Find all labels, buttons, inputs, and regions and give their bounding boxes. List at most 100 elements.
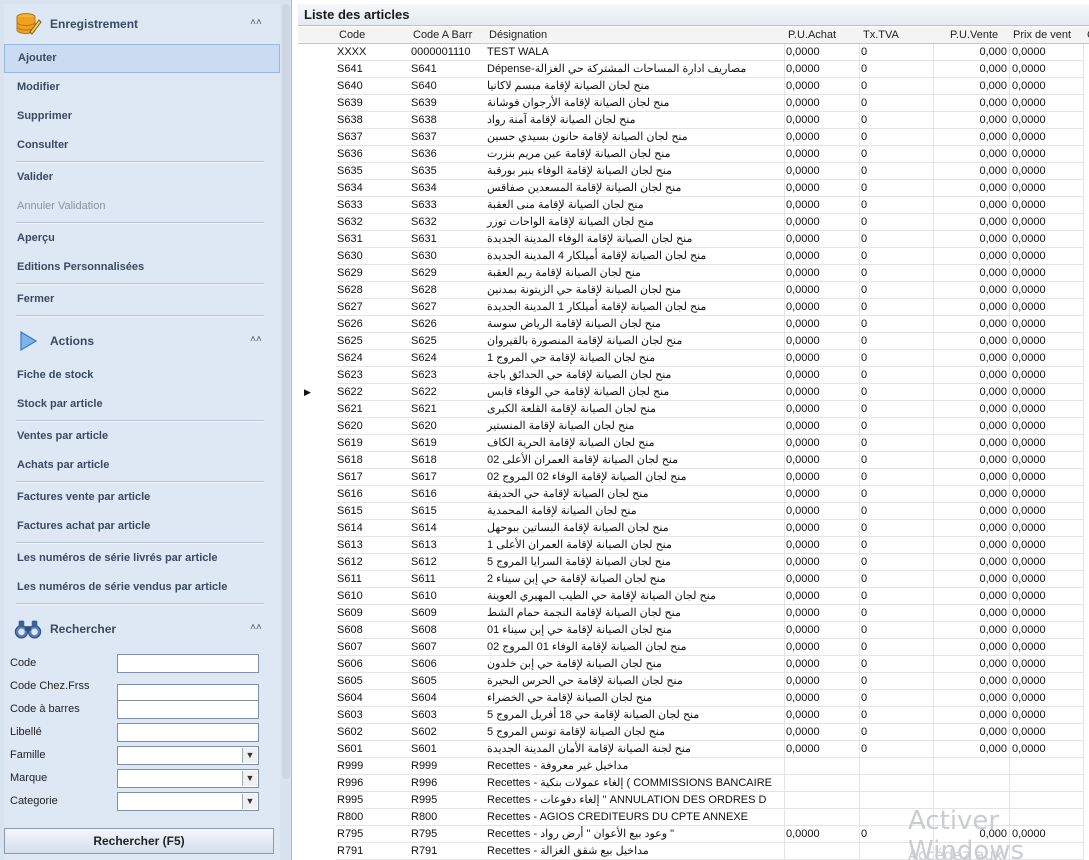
cell-pu-vente: 0,000	[934, 78, 1010, 95]
column-header-tx-tva[interactable]: Tx.TVA	[860, 27, 934, 44]
table-row[interactable]: S603 S603 منح لجان الصيانة لإقامة حي 18 أف…	[298, 707, 1089, 724]
column-header-designation[interactable]: Désignation	[486, 27, 785, 44]
table-row[interactable]: S630 S630 منح لجان الصيانة لإقامة أميلكار …	[298, 248, 1089, 265]
table-row[interactable]: S618 S618 منح لجان الصيانة لإقامة العمران …	[298, 452, 1089, 469]
famille-select[interactable]: ▼	[117, 746, 259, 765]
table-row[interactable]: S638 S638 منح لجان الصيانة لإقامة آمنة روا…	[298, 112, 1089, 129]
cell-prix-de-vente: 0,0000	[1010, 78, 1084, 95]
table-row[interactable]: S641 S641 Dépense-مصاريف ادارة المساحات ال…	[298, 61, 1089, 78]
menu-factures-vente-par-article[interactable]: Factures vente par article	[4, 483, 280, 512]
table-row[interactable]: XXXX 0000001110 TEST WALA 0,0000 0 0,000 0,000…	[298, 44, 1089, 61]
column-header-code-a-barre[interactable]: Code A Barr	[410, 27, 486, 44]
cell-pu-achat: 0,0000	[785, 622, 860, 639]
dropdown-arrow-icon[interactable]: ▼	[242, 748, 257, 763]
code-label: Code	[10, 657, 37, 669]
table-row[interactable]: S608 S608 منح لجان الصيانة لإقامة حي إبن س…	[298, 622, 1089, 639]
table-row[interactable]: S611 S611 منح لجان الصيانة لإقامة حي إبن س…	[298, 571, 1089, 588]
group-header-rechercher[interactable]: Rechercher ˄˄	[4, 609, 280, 649]
table-row[interactable]: S623 S623 منح لجان الصيانة لإقامة حي الحدا…	[298, 367, 1089, 384]
table-row[interactable]: R996 R996 Recettes - إلغاء عمولات بنكية ( …	[298, 775, 1089, 792]
table-row[interactable]: S612 S612 منح لجان الصيانة لإقامة السرايا …	[298, 554, 1089, 571]
table-row[interactable]: S614 S614 منح لجان الصيانة لإقامة البساتين…	[298, 520, 1089, 537]
table-row[interactable]: S619 S619 منح لجان الصيانة لإقامة الحرية ا…	[298, 435, 1089, 452]
column-header-pu-achat[interactable]: P.U.Achat	[785, 27, 860, 44]
menu-factures-achat-par-article[interactable]: Factures achat par article	[4, 512, 280, 541]
cell-designation: منح لجان الصيانة لإقامة الوفاء 02 المروج…	[486, 469, 785, 486]
menu-stock-par-article[interactable]: Stock par article	[4, 390, 280, 419]
column-header-code[interactable]: Code	[336, 27, 410, 44]
column-header-extra[interactable]: C	[1084, 27, 1089, 44]
menu-ventes-par-article[interactable]: Ventes par article	[4, 422, 280, 451]
table-row[interactable]: S635 S635 منح لجان الصيانة لإقامة الوفاء ب…	[298, 163, 1089, 180]
table-row[interactable]: S639 S639 منح لجان الصيانة لإقامة الأرجوان…	[298, 95, 1089, 112]
collapse-chevron-icon[interactable]: ˄˄	[250, 334, 262, 346]
menu-modifier[interactable]: Modifier	[4, 73, 280, 102]
code-barres-input[interactable]	[117, 700, 259, 719]
menu-fiche-de-stock[interactable]: Fiche de stock	[4, 361, 280, 390]
sidebar-scrollbar[interactable]	[282, 4, 290, 779]
menu-ajouter[interactable]: Ajouter	[4, 44, 280, 73]
table-row[interactable]: R999 R999 Recettes - مداخيل غير معروفة	[298, 758, 1089, 775]
menu-annuler-validation[interactable]: Annuler Validation	[4, 192, 280, 221]
table-row[interactable]: S621 S621 منح لجان الصيانة لإقامة القلعة ا…	[298, 401, 1089, 418]
table-row[interactable]: S633 S633 منح لجان الصيانة لإقامة منى العق…	[298, 197, 1089, 214]
table-row[interactable]: S626 S626 منح لجان الصيانة لإقامة الرياض س…	[298, 316, 1089, 333]
cell-designation: منح لجان الصيانة لإقامة المنستير	[486, 418, 785, 435]
table-row[interactable]: S606 S606 منح لجان الصيانة لإقامة حي إبن خ…	[298, 656, 1089, 673]
menu-achats-par-article[interactable]: Achats par article	[4, 451, 280, 480]
menu-valider[interactable]: Valider	[4, 163, 280, 192]
table-row[interactable]: S627 S627 منح لجان الصيانة لإقامة أميلكار …	[298, 299, 1089, 316]
dropdown-arrow-icon[interactable]: ▼	[242, 794, 257, 809]
menu-apercu[interactable]: Aperçu	[4, 224, 280, 253]
cell-prix-de-vente: 0,0000	[1010, 333, 1084, 350]
categorie-select[interactable]: ▼	[117, 792, 259, 811]
rechercher-button[interactable]: Rechercher (F5)	[4, 828, 274, 854]
table-row[interactable]: S605 S605 منح لجان الصيانة لإقامة حي الحرس…	[298, 673, 1089, 690]
table-row[interactable]: S604 S604 منح لجان الصيانة لإقامة حي الخضر…	[298, 690, 1089, 707]
cell-designation: Recettes - AGIOS CREDITEURS DU CPTE ANNE…	[486, 809, 785, 826]
table-row[interactable]: S609 S609 منح لجان الصيانة لإقامة النجمة ح…	[298, 605, 1089, 622]
collapse-chevron-icon[interactable]: ˄˄	[250, 17, 262, 29]
table-row[interactable]: S601 S601 منح لجنة الصيانة لإقامة الأمان ا…	[298, 741, 1089, 758]
menu-fermer[interactable]: Fermer	[4, 285, 280, 314]
table-row[interactable]: S616 S616 منح لجان الصيانة لإقامة حي الحدي…	[298, 486, 1089, 503]
table-row[interactable]: S613 S613 منح لجان الصيانة لإقامة العمران …	[298, 537, 1089, 554]
menu-consulter[interactable]: Consulter	[4, 131, 280, 160]
table-row[interactable]: S610 S610 منح لجان الصيانة لإقامة حي الطيب…	[298, 588, 1089, 605]
menu-editions-personnalisees[interactable]: Editions Personnalisées	[4, 253, 280, 282]
table-row[interactable]: S624 S624 منح لجان الصيانة لإقامة حي المرو…	[298, 350, 1089, 367]
table-row[interactable]: S629 S629 منح لجان الصيانة لإقامة ريم العق…	[298, 265, 1089, 282]
menu-series-vendus-par-article[interactable]: Les numéros de série vendus par article	[4, 573, 280, 602]
marque-select[interactable]: ▼	[117, 769, 259, 788]
table-row[interactable]: S628 S628 منح لجان الصيانة لإقامة حي الزيت…	[298, 282, 1089, 299]
group-header-actions[interactable]: Actions ˄˄	[4, 321, 280, 361]
code-input[interactable]	[117, 654, 259, 673]
table-row[interactable]: S634 S634 منح لجان الصيانة لإقامة المسعدين…	[298, 180, 1089, 197]
divider	[16, 315, 264, 317]
column-header-prix-de-vente[interactable]: Prix de vent	[1010, 27, 1084, 44]
dropdown-arrow-icon[interactable]: ▼	[242, 771, 257, 786]
libelle-input[interactable]	[117, 723, 259, 742]
table-row[interactable]: S636 S636 منح لجان الصيانة لإقامة عين مريم…	[298, 146, 1089, 163]
group-header-enregistrement[interactable]: Enregistrement ˄˄	[4, 4, 280, 44]
cell-pu-vente: 0,000	[934, 435, 1010, 452]
column-header-pu-vente[interactable]: P.U.Vente	[934, 27, 1010, 44]
menu-series-livres-par-article[interactable]: Les numéros de série livrés par article	[4, 544, 280, 573]
table-row[interactable]: S625 S625 منح لجان الصيانة لإقامة المنصورة…	[298, 333, 1089, 350]
table-row[interactable]: S607 S607 منح لجان الصيانة لإقامة الوفاء 0…	[298, 639, 1089, 656]
table-row[interactable]: S637 S637 منح لجان الصيانة لإقامة حانون بس…	[298, 129, 1089, 146]
cell-pu-achat: 0,0000	[785, 554, 860, 571]
table-row[interactable]: S602 S602 منح لجان الصيانة لإقامة تونس الم…	[298, 724, 1089, 741]
cell-tx-tva: 0	[860, 520, 934, 537]
menu-supprimer[interactable]: Supprimer	[4, 102, 280, 131]
table-row[interactable]: S632 S632 منح لجان الصيانة لإقامة الواحات …	[298, 214, 1089, 231]
cell-prix-de-vente: 0,0000	[1010, 724, 1084, 741]
table-row[interactable]: S631 S631 منح لجان الصيانة لإقامة الوفاء ا…	[298, 231, 1089, 248]
table-row[interactable]: S615 S615 منح لجان الصيانة لإقامة المحمدية…	[298, 503, 1089, 520]
table-row[interactable]: S620 S620 منح لجان الصيانة لإقامة المنستير…	[298, 418, 1089, 435]
table-row[interactable]: S622 S622 منح لجان الصيانة لإقامة حي الوفا…	[298, 384, 1089, 401]
cell-code: S633	[336, 197, 410, 214]
table-row[interactable]: S640 S640 منح لجان الصيانة لإقامة مبسم لاك…	[298, 78, 1089, 95]
table-row[interactable]: S617 S617 منح لجان الصيانة لإقامة الوفاء 0…	[298, 469, 1089, 486]
collapse-chevron-icon[interactable]: ˄˄	[250, 622, 262, 634]
